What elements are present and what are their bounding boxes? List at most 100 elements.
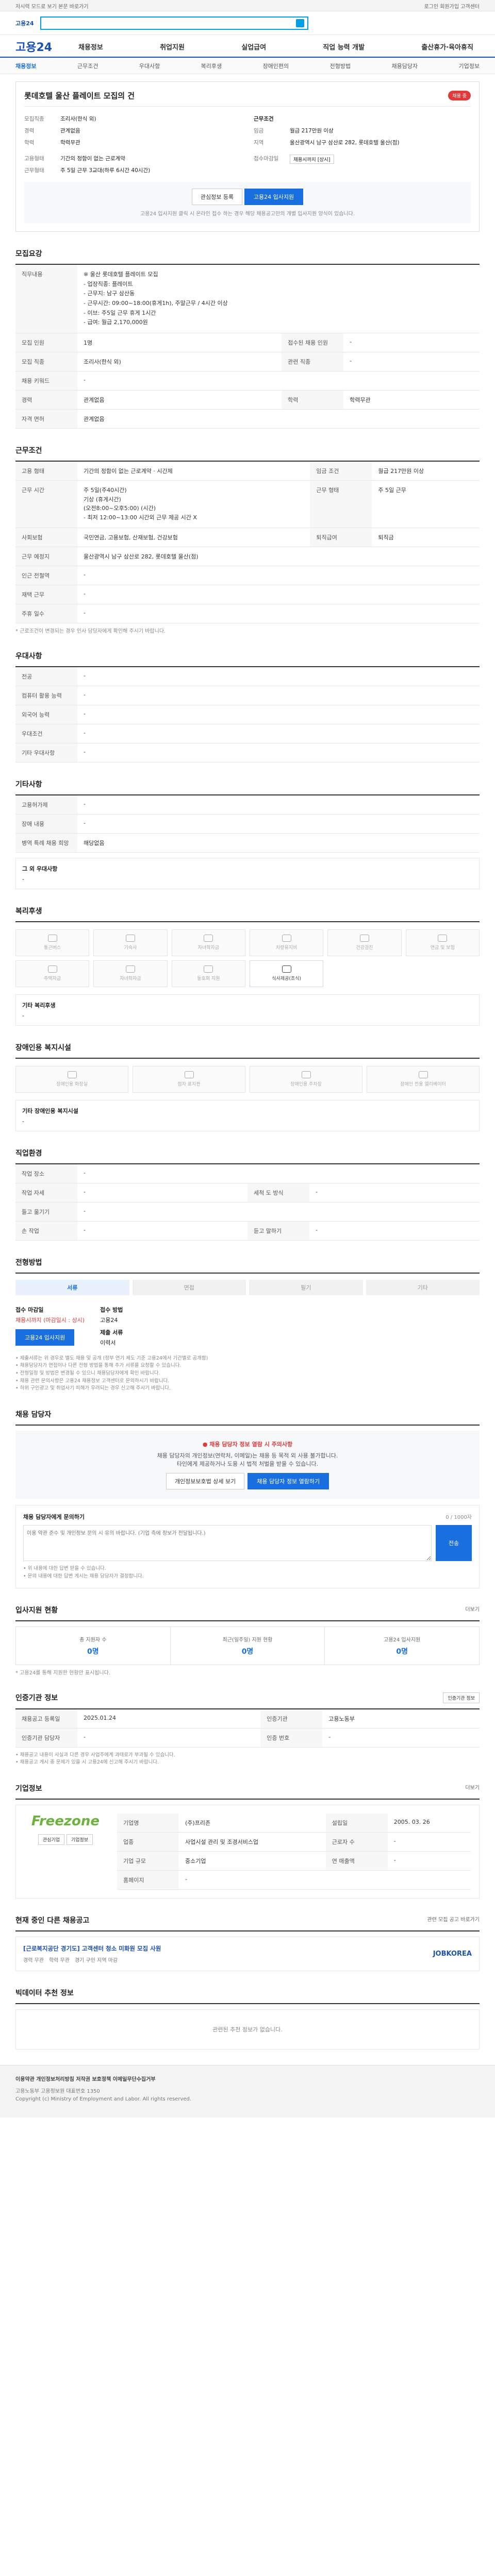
- field-value: 2005. 03. 26: [387, 1813, 471, 1833]
- summary-value: 주 5일 근무 3교대(하루 6시간 40시간): [60, 167, 151, 174]
- tab-welfare[interactable]: 복리후생: [201, 62, 222, 70]
- related-company-logo: JOBKOREA: [433, 1950, 472, 1958]
- posting-info-button[interactable]: 인증기관 정보: [443, 1692, 480, 1703]
- related-job-meta: 경력 무관: [23, 1957, 44, 1963]
- show-contact-button[interactable]: 채용 담당자 정보 열람하기: [248, 1473, 329, 1490]
- apply-note: 고용24 입사지원 클릭 시 온라인 접수 하는 경우 해당 채용공고만의 개별…: [140, 211, 355, 217]
- field-value: -: [77, 566, 480, 585]
- search-input[interactable]: [44, 20, 293, 27]
- field-value: -: [77, 814, 480, 834]
- field-label: 재택 근무: [15, 585, 77, 604]
- warning-title-text: 채용 담당자 정보 열람 시 주의사항: [209, 1441, 293, 1448]
- field-value: 해당없음: [77, 833, 480, 853]
- company-logo: Freezone: [31, 1813, 100, 1829]
- workplace-section: 직업환경 작업 장소 - 작업 자세 - 세척 도 방식 - 들고 옮기기 - 손 작업…: [15, 1143, 480, 1241]
- site-logo[interactable]: 고용24: [15, 38, 72, 55]
- welfare-item: 동호회 지원: [171, 960, 245, 987]
- tab-preference[interactable]: 우대사항: [139, 62, 160, 70]
- field-label: 경력: [15, 390, 77, 410]
- warning-title: ● 채용 담당자 정보 열람 시 주의사항: [25, 1440, 470, 1448]
- field-label: 직무내용: [15, 265, 77, 334]
- section-title: 인증기관 정보: [15, 1693, 58, 1702]
- tab-conditions[interactable]: 근무조건: [77, 62, 98, 70]
- related-job-card[interactable]: [근로복지공단 경기도] 고객센터 청소 미화원 모집 사원 경력 무관 학력 …: [15, 1936, 480, 1971]
- site-footer: 이용약관 개인정보처리방침 저작권 보호정책 이메일무단수집거부 고용노동부 고…: [0, 2064, 495, 2117]
- field-value: -: [77, 667, 480, 686]
- company-info-button[interactable]: 기업정보: [67, 1834, 93, 1845]
- field-value: 1명: [77, 333, 282, 353]
- selection-step: 필기: [249, 1279, 363, 1295]
- field-value: 주 5일 근무: [372, 480, 480, 528]
- summary-value: 기간의 정함이 없는 근로계약: [60, 156, 125, 162]
- summary-group-title: 근무조건: [254, 116, 274, 122]
- tab-company[interactable]: 기업정보: [458, 62, 479, 70]
- related-job-title[interactable]: [근로복지공단 경기도] 고객센터 청소 미화원 모집 사원: [23, 1944, 161, 1953]
- restroom-icon: [67, 1071, 77, 1078]
- selection-method: 접수 방법 고용24 제출 서류 이력서: [100, 1306, 123, 1347]
- field-label: 채용공고 등록일: [15, 1709, 77, 1728]
- field-value: 조리사(한식 외): [77, 352, 282, 372]
- parking-icon: [301, 1071, 311, 1078]
- accessibility-grid: 장애인용 화장실 점자 표지판 장애인용 주차장 장애인 전용 엘리베이터: [15, 1059, 480, 1100]
- gnb-item[interactable]: 출산휴가·육아휴직: [415, 42, 480, 52]
- tab-selection[interactable]: 전형방법: [330, 62, 351, 70]
- welfare-item: 기숙사: [93, 929, 168, 956]
- field-label: 기타 우대사항: [15, 743, 77, 762]
- search-icon[interactable]: [295, 19, 304, 27]
- field-label: 모집 인원: [15, 333, 77, 353]
- gnb-item[interactable]: 직업 능력 개발: [317, 42, 371, 52]
- welfare-item-active: 식사제공(조식): [249, 960, 324, 987]
- field-value: 주 5일(주40시간) 기상 (휴게시간) (오전8:00~오후5:00) (시…: [77, 480, 310, 528]
- save-interest-button[interactable]: 관심정보 등록: [191, 189, 243, 205]
- stats-more-link[interactable]: 더보기: [465, 1605, 480, 1615]
- gnb-item[interactable]: 취업지원: [154, 42, 191, 52]
- inquiry-send-button[interactable]: 전송: [436, 1525, 472, 1562]
- summary-label: 근무형태: [24, 167, 44, 174]
- company-more-link[interactable]: 더보기: [465, 1783, 480, 1793]
- field-value: 학력무관: [343, 390, 480, 410]
- welfare-item: 자녀학자금: [171, 929, 245, 956]
- field-label: 컴퓨터 활용 능력: [15, 686, 77, 705]
- meal-icon: [282, 965, 291, 973]
- workplace-table: 작업 장소 - 작업 자세 - 세척 도 방식 - 들고 옮기기 - 손 작업 - 듣고 …: [15, 1164, 480, 1241]
- account-links[interactable]: 로그인 회원가입 고객센터: [424, 2, 480, 10]
- field-label: 인증 번호: [260, 1728, 323, 1748]
- accessibility-section: 장애인용 복지시설 장애인용 화장실 점자 표지판 장애인용 주차장 장애인 전…: [15, 1037, 480, 1131]
- tab-contact[interactable]: 채용담당자: [391, 62, 418, 70]
- info-value: 고용24: [100, 1316, 118, 1324]
- interest-company-button[interactable]: 관심기업: [38, 1834, 64, 1845]
- field-label: 듣고 말하기: [248, 1221, 309, 1241]
- field-value: -: [387, 1832, 471, 1852]
- privacy-detail-button[interactable]: 개인정보보호법 상세 보기: [166, 1473, 245, 1490]
- stat-label: 총 지원자 수: [79, 1637, 107, 1643]
- job-title: 롯데호텔 울산 플레이트 모집의 건: [24, 91, 135, 100]
- apply-button-2[interactable]: 고용24 입사지원: [15, 1329, 75, 1346]
- footer-links[interactable]: 이용약관 개인정보처리방침 저작권 보호정책 이메일무단수집거부: [15, 2075, 480, 2082]
- tab-accessibility[interactable]: 장애인편의: [263, 62, 289, 70]
- book-icon: [125, 965, 135, 973]
- field-label: 전공: [15, 667, 77, 686]
- footer-address: 고용노동부 고용정보원 대표번호 1350: [15, 2088, 100, 2094]
- summary-label: 학력: [24, 140, 35, 146]
- welfare-item: 통근버스: [15, 929, 90, 956]
- summary-left: 모집직종 조리사(한식 외) 경력 관계없음 학력 학력무관 고용형태 기간의 정함이 …: [24, 113, 241, 176]
- bus-icon: [47, 935, 57, 942]
- gnb-item[interactable]: 채용정보: [72, 42, 109, 52]
- elevator-icon: [418, 1071, 428, 1078]
- health-icon: [359, 935, 369, 942]
- section-title: 전형방법: [15, 1252, 480, 1274]
- selection-steps: 서류 면접 필기 기타: [15, 1274, 480, 1301]
- welfare-label: 동호회 지원: [197, 976, 220, 981]
- info-value: 이력서: [100, 1339, 116, 1346]
- selection-info: 접수 마감일 채용시까지 (마감일시 : 상시) 고용24 입사지원 접수 방법…: [15, 1301, 480, 1351]
- dorm-icon: [125, 935, 135, 942]
- apply-button[interactable]: 고용24 입사지원: [244, 189, 304, 205]
- accessibility-links[interactable]: 저시력 모드로 보기 본문 바로가기: [15, 2, 89, 10]
- gnb-item[interactable]: 실업급여: [235, 42, 272, 52]
- inquiry-textarea[interactable]: [23, 1525, 432, 1562]
- status-badge: 채용 중: [448, 91, 471, 100]
- related-more-link[interactable]: 관련 모집 공고 바로가기: [427, 1915, 480, 1925]
- recruit-table: 직무내용 ※ 울산 롯데호텔 플레이트 모집 - 업장직종: 플레이트 - 근무…: [15, 265, 480, 429]
- preference-section: 우대사항 전공 - 컴퓨터 활용 능력 - 외국어 능력 - 우대조건 - 기타 우대사…: [15, 646, 480, 762]
- tab-recruit[interactable]: 채용정보: [15, 62, 36, 70]
